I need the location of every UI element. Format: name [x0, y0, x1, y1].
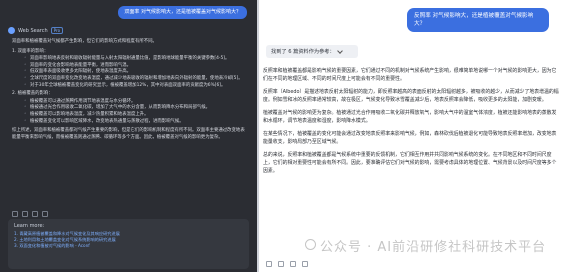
thumbs-down-icon[interactable] [32, 211, 38, 217]
copy-icon[interactable] [12, 211, 18, 217]
left-conclusion: 综上所述，双面率和植被覆盖都对气候产生重要的影响，但是它们的影响机制和程度有所不… [12, 128, 245, 140]
answer-paragraph: 反照率（Albedo）是描述地表反射太阳辐射的能力，即反照率越高的表面反射的太阳… [263, 89, 559, 103]
left-chat-panel: 双面率 对气候影响大，还是植被覆盖对气候影响大？ Web Search Pro … [0, 0, 257, 272]
learn-more-title: Learn more: [14, 223, 45, 229]
thumbs-up-icon[interactable] [290, 261, 296, 267]
left-actions [12, 211, 48, 217]
section-albedo-title: 1. 双面率的影响： [12, 48, 49, 54]
answer-paragraph: 总的来说，反照率和植被覆盖都是气候系统中重要的反馈机制，它们相互作用并共同影响气… [263, 152, 557, 174]
left-answer: 双面率和植被覆盖对气候都产生影响，但它们的影响方式和程度有所不同。 1. 双面率… [12, 39, 248, 144]
thumbs-down-icon[interactable] [302, 261, 308, 267]
learn-more-link[interactable]: 3. 双面变化和植被对气候的影响 - Aconf [14, 243, 243, 249]
refresh-icon[interactable] [278, 261, 284, 267]
left-intro: 双面率和植被覆盖对气候都产生影响，但它们的影响方式和程度有所不同。 [12, 39, 157, 44]
web-search-source[interactable]: Web Search Pro [8, 27, 64, 34]
search-status: 找到了 6 篇资料作为参考： [271, 49, 335, 55]
section-vegetation-title: 2. 植被覆盖的影响： [12, 91, 53, 97]
answer-paragraph: 植被覆盖对气候的影响更为复杂。植被通过光合作用吸收二氧化碳并释放氧气，影响大气中… [263, 110, 557, 124]
watermark-logo-icon [305, 239, 316, 250]
right-user-message: 反照率 对气候影响大，还是植被覆盖对气候影响大？ [407, 8, 549, 32]
albedo-item: 双面率影响地表反射和吸收辐射能量与入射太阳辐射通量比值，是影响地球能量平衡的关键… [12, 56, 248, 63]
copy-icon[interactable] [266, 261, 272, 267]
pro-badge: Pro [50, 27, 64, 34]
learn-more-box: Learn more: 1. 青藏高原植被覆盖和降水对气候变化及其响应研究进展 … [8, 219, 249, 269]
vegetation-item: 植被覆盖变化可以影响区域降水，改变地表热通量与蒸散过程，进而影响气候。 [12, 119, 248, 126]
right-actions [266, 261, 308, 267]
albedo-item: 全球尺度的双面率变化改变地表温度，通过减少地表吸收的辐射和增加地表向外辐射的能量… [12, 76, 248, 83]
answer-paragraph: 反照率和植被覆盖都是影响气候的重要因素，它们通过不同的机制对气候系统产生影响，很… [263, 68, 557, 82]
share-icon[interactable] [42, 211, 48, 217]
albedo-item: 低双面率表面吸收更多太阳辐射，使地表温度升高。 [12, 69, 248, 76]
albedo-item: 对于30年全球植被覆盖变化的研究显示，植被覆盖增加12%，其中对表面双面率的贡献… [12, 83, 248, 90]
thumbs-up-icon[interactable] [22, 211, 28, 217]
vegetation-item: 植被覆盖可以影响地表温度，减少热量积累和地表温度上升。 [12, 112, 248, 119]
right-chat-panel: 反照率 对气候影响大，还是植被覆盖对气候影响大？ 找到了 6 篇资料作为参考： … [259, 0, 565, 272]
web-search-icon [8, 27, 15, 34]
search-results-toggle[interactable]: 找到了 6 篇资料作为参考： [266, 45, 358, 58]
comparison-screenshot: 双面率 对气候影响大，还是植被覆盖对气候影响大？ Web Search Pro … [0, 0, 565, 272]
answer-paragraph: 在某些情况下，植被覆盖的变化可能会通过改变地表反照率来影响气候，例如，森林砍伐后… [263, 131, 557, 145]
web-search-label: Web Search [18, 27, 48, 34]
vegetation-item: 植被通过光合作用吸收二氧化碳，增加了大气中的水分含量，从而影响降水分布和局部气候… [12, 105, 248, 112]
left-user-message: 双面率 对气候影响大，还是植被覆盖对气候影响大？ [118, 6, 247, 19]
right-answer: 反照率和植被覆盖都是影响气候的重要因素，它们通过不同的机制对气候系统产生影响，很… [263, 67, 559, 180]
watermark: 公众号 · AI前沿研修社科研技术平台 [320, 240, 547, 255]
chevron-down-icon [336, 47, 343, 54]
